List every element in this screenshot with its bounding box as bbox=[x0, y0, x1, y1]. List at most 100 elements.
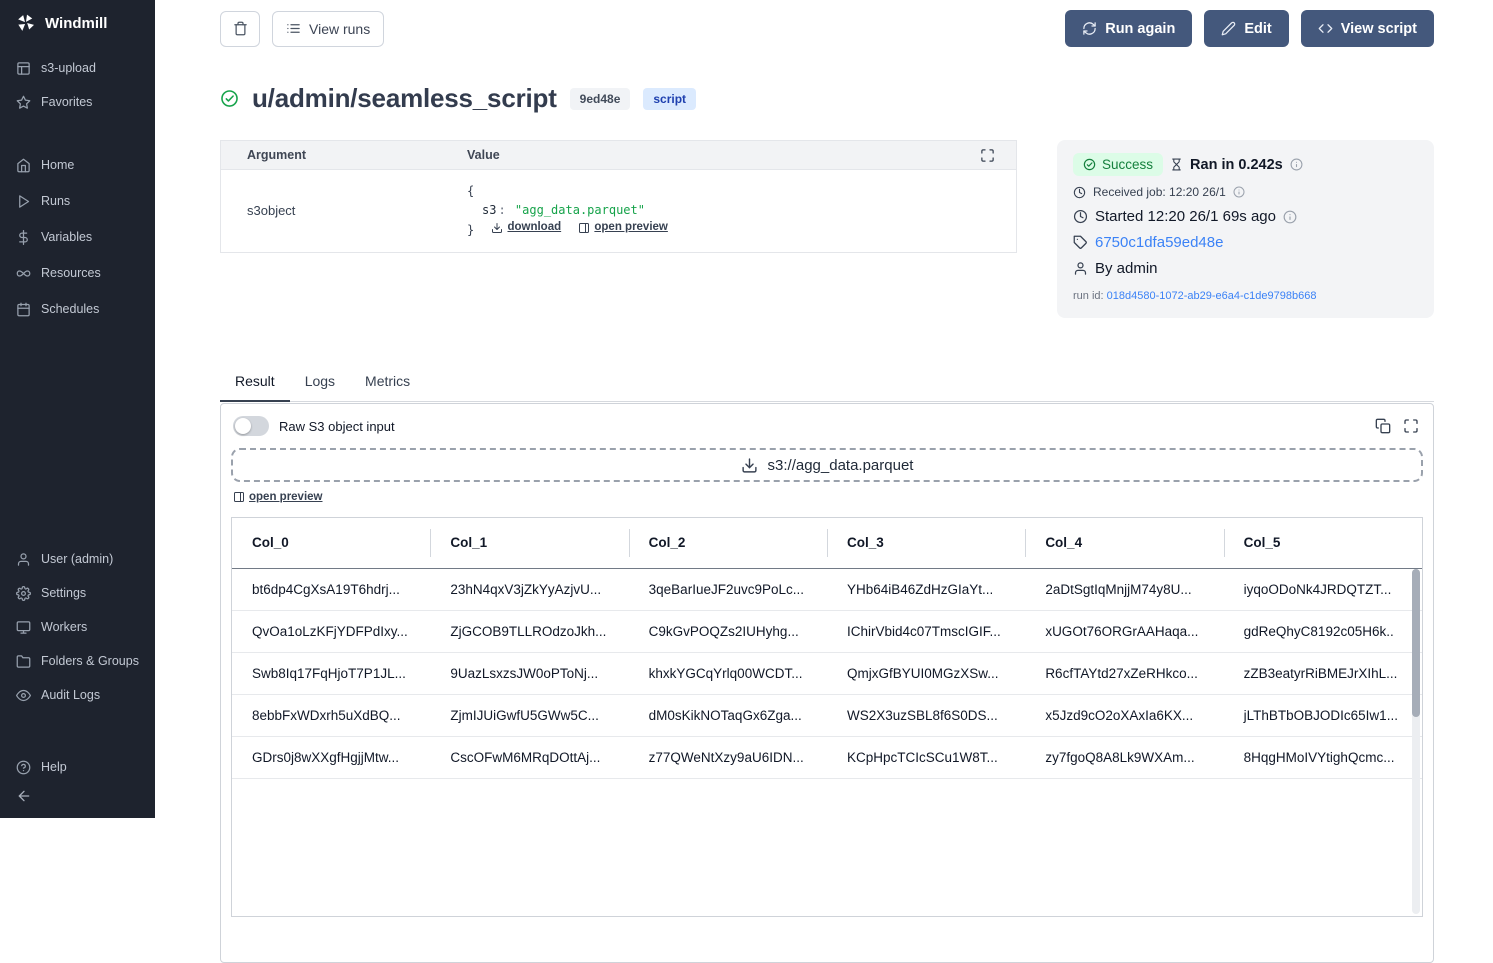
user-icon bbox=[1073, 261, 1088, 276]
s3-file-name: s3://agg_data.parquet bbox=[768, 457, 914, 474]
result-table-head-row: Col_0Col_1Col_2Col_3Col_4Col_5 bbox=[232, 518, 1422, 568]
result-open-preview-link[interactable]: open preview bbox=[233, 491, 323, 503]
sidebar-item-favorites[interactable]: Favorites bbox=[0, 85, 155, 119]
sidebar-item-help[interactable]: Help bbox=[0, 750, 155, 784]
download-icon bbox=[491, 222, 503, 234]
expand-args-icon[interactable] bbox=[980, 148, 995, 163]
job-id-link[interactable]: 6750c1dfa59ed48e bbox=[1095, 234, 1223, 251]
download-link[interactable]: download bbox=[491, 219, 561, 237]
sidebar-item-home[interactable]: Home bbox=[0, 147, 155, 183]
folder-icon bbox=[16, 654, 31, 669]
table-cell: R6cfTAYtd27xZeRHkco... bbox=[1025, 652, 1223, 694]
tab-result[interactable]: Result bbox=[220, 363, 290, 402]
json-key: s3 bbox=[482, 203, 496, 217]
table-row: bt6dp4CgXsA19T6hdrj...23hN4qxV3jZkYyAzjv… bbox=[232, 568, 1422, 610]
sidebar-item-folders-groups[interactable]: Folders & Groups bbox=[0, 644, 155, 678]
raw-s3-toggle-label: Raw S3 object input bbox=[279, 419, 395, 434]
tab-metrics[interactable]: Metrics bbox=[350, 363, 425, 401]
nav-label: User (admin) bbox=[41, 552, 113, 566]
table-cell: WS2X3uzSBL8f6S0DS... bbox=[827, 694, 1025, 736]
arguments-table: Argument Value s3object { s3: "agg_data.… bbox=[220, 140, 1017, 253]
raw-s3-toggle[interactable] bbox=[233, 416, 269, 436]
brand[interactable]: Windmill bbox=[0, 0, 155, 51]
delete-button[interactable] bbox=[220, 11, 260, 47]
clock-icon bbox=[1073, 186, 1086, 199]
info-icon[interactable] bbox=[1233, 186, 1245, 198]
table-cell: x5Jzd9cO2oXAxIa6KX... bbox=[1025, 694, 1223, 736]
received-job-time: Received job: 12:20 26/1 bbox=[1093, 185, 1226, 199]
column-header: Col_5 bbox=[1224, 518, 1422, 568]
sidebar-item-audit-logs[interactable]: Audit Logs bbox=[0, 678, 155, 712]
pencil-icon bbox=[1221, 21, 1236, 36]
sidebar-item-schedules[interactable]: Schedules bbox=[0, 291, 155, 327]
column-header: Col_4 bbox=[1025, 518, 1223, 568]
success-check-icon bbox=[220, 89, 239, 108]
expand-result-icon[interactable] bbox=[1403, 418, 1419, 434]
table-scrollbar[interactable] bbox=[1412, 569, 1420, 914]
hash-badge[interactable]: 9ed48e bbox=[570, 88, 631, 110]
column-header: Col_1 bbox=[430, 518, 628, 568]
table-cell: 2aDtSgtIqMnjjM74y8U... bbox=[1025, 568, 1223, 610]
clock-icon bbox=[1073, 209, 1088, 224]
sidebar-item-resources[interactable]: Resources bbox=[0, 255, 155, 291]
value-column-header: Value bbox=[467, 148, 980, 162]
table-cell: QvOa1oLzKFjYDFPdIxy... bbox=[232, 610, 430, 652]
sidebar-item-workers[interactable]: Workers bbox=[0, 610, 155, 644]
view-runs-button[interactable]: View runs bbox=[272, 11, 384, 47]
edit-button[interactable]: Edit bbox=[1204, 10, 1288, 47]
json-open-brace: { bbox=[467, 182, 1004, 201]
table-row: GDrs0j8wXXgfHgjjMtw...CscOFwM6MRqDOttAj.… bbox=[232, 736, 1422, 778]
sidebar-spacer bbox=[0, 327, 155, 542]
collapse-sidebar-button[interactable] bbox=[0, 784, 155, 818]
result-table-body: bt6dp4CgXsA19T6hdrj...23hN4qxV3jZkYyAzjv… bbox=[232, 568, 1422, 778]
table-cell: khxkYGCqYrlq00WCDT... bbox=[629, 652, 827, 694]
play-icon bbox=[16, 194, 31, 209]
scrollbar-thumb[interactable] bbox=[1412, 569, 1420, 717]
table-cell: KCpHpcTCIcSCu1W8T... bbox=[827, 736, 1025, 778]
table-cell: ZjmIJUiGwfU5GWw5C... bbox=[430, 694, 628, 736]
refresh-icon bbox=[1082, 21, 1097, 36]
table-cell: bt6dp4CgXsA19T6hdrj... bbox=[232, 568, 430, 610]
list-icon bbox=[286, 21, 301, 36]
panel-icon bbox=[578, 222, 590, 234]
info-icon[interactable] bbox=[1283, 210, 1297, 224]
eye-icon bbox=[16, 688, 31, 703]
run-id-row: run id: 018d4580-1072-ab29-e6a4-c1de9798… bbox=[1073, 290, 1418, 302]
help-label: Help bbox=[41, 760, 67, 774]
home-icon bbox=[16, 158, 31, 173]
workspace-icon bbox=[16, 61, 31, 76]
table-cell: C9kGvPOQZs2IUHyhg... bbox=[629, 610, 827, 652]
copy-icon[interactable] bbox=[1375, 418, 1391, 434]
sidebar-item-runs[interactable]: Runs bbox=[0, 183, 155, 219]
monitor-icon bbox=[16, 620, 31, 635]
run-author: By admin bbox=[1095, 260, 1158, 277]
workspace-selector[interactable]: s3-upload bbox=[0, 51, 155, 85]
open-preview-link[interactable]: open preview bbox=[578, 219, 668, 237]
table-row: Swb8Iq17FqHjoT7P1JL...9UazLsxzsJW0oPToNj… bbox=[232, 652, 1422, 694]
sidebar-item-variables[interactable]: Variables bbox=[0, 219, 155, 255]
sidebar-item-user[interactable]: User (admin) bbox=[0, 542, 155, 576]
table-cell: 8HqgHMoIVYtighQcmc... bbox=[1224, 736, 1422, 778]
user-icon bbox=[16, 552, 31, 567]
run-again-button[interactable]: Run again bbox=[1065, 10, 1192, 47]
result-table: Col_0Col_1Col_2Col_3Col_4Col_5 bt6dp4CgX… bbox=[232, 518, 1422, 779]
trash-icon bbox=[233, 21, 248, 36]
nav-label: Home bbox=[41, 158, 74, 172]
tab-logs[interactable]: Logs bbox=[290, 363, 350, 401]
view-script-label: View script bbox=[1341, 21, 1417, 37]
sidebar-item-settings[interactable]: Settings bbox=[0, 576, 155, 610]
infinity-icon bbox=[16, 266, 31, 281]
arrow-left-icon bbox=[16, 788, 32, 804]
run-id-link[interactable]: 018d4580-1072-ab29-e6a4-c1de9798b668 bbox=[1107, 290, 1317, 302]
nav-label: Resources bbox=[41, 266, 101, 280]
nav-label: Folders & Groups bbox=[41, 654, 139, 668]
table-row: QvOa1oLzKFjYDFPdIxy...ZjGCOB9TLLROdzoJkh… bbox=[232, 610, 1422, 652]
windmill-logo-icon bbox=[16, 13, 36, 33]
info-icon[interactable] bbox=[1290, 158, 1303, 171]
title-row: u/admin/seamless_script 9ed48e script bbox=[220, 83, 696, 114]
table-cell: ZjGCOB9TLLROdzoJkh... bbox=[430, 610, 628, 652]
dollar-icon bbox=[16, 230, 31, 245]
workspace-label: s3-upload bbox=[41, 61, 96, 75]
view-script-button[interactable]: View script bbox=[1301, 10, 1434, 47]
s3-file-download-area[interactable]: s3://agg_data.parquet bbox=[231, 448, 1423, 482]
